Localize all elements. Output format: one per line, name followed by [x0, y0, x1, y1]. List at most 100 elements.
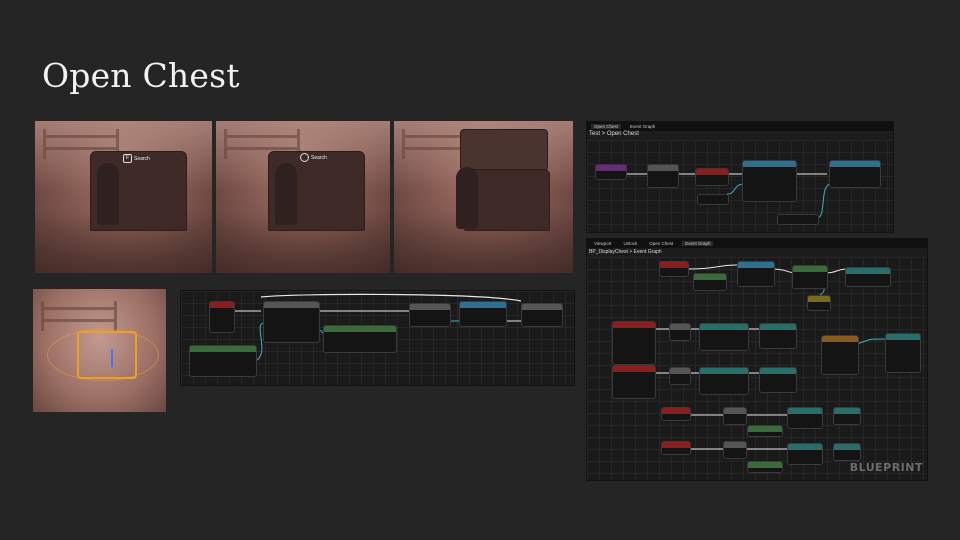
ground [216, 212, 390, 273]
node-header [460, 302, 506, 308]
node-cast-end[interactable] [669, 367, 691, 385]
node-interface-call[interactable] [459, 301, 507, 327]
node-header [788, 444, 822, 450]
node-header [324, 326, 396, 332]
game-shot-approach: F Search [35, 121, 212, 273]
node-branch[interactable] [792, 265, 828, 289]
node-header [846, 268, 890, 274]
node-gate-2[interactable] [723, 441, 747, 459]
node-header [760, 324, 796, 330]
search-prompt-label: Search [311, 154, 327, 161]
node-get-overlapping-actors[interactable] [189, 345, 257, 377]
node-branch-2[interactable] [521, 303, 563, 327]
node-header [410, 304, 450, 310]
node-component-begin-overlap[interactable] [612, 321, 656, 365]
node-set-visibility-a[interactable] [759, 323, 797, 349]
node-make-struct[interactable] [885, 333, 921, 373]
node-header [886, 334, 920, 340]
node-cast[interactable] [693, 273, 727, 291]
node-header [793, 266, 827, 272]
node-header [660, 262, 688, 268]
node-bind-event[interactable] [737, 261, 775, 287]
transform-gizmo-icon [111, 349, 113, 367]
fence [41, 301, 117, 331]
search-prompt: F Search [123, 154, 150, 163]
node-set-widget[interactable] [845, 267, 891, 287]
blueprint-interact-graph [180, 290, 575, 386]
node-header [694, 274, 726, 280]
node-header [738, 262, 774, 268]
node-header [743, 161, 796, 167]
node-remove-widget[interactable] [699, 367, 749, 395]
node-get-mesh[interactable] [777, 214, 819, 225]
node-header [662, 408, 690, 414]
node-header [788, 408, 822, 414]
node-open-chest-event[interactable] [595, 164, 627, 180]
node-header [648, 165, 678, 171]
node-get-widget[interactable] [697, 194, 729, 205]
blueprint-display-chest-graph: Viewport Unlock Open Chest Event Graph B… [586, 238, 928, 481]
node-call-1[interactable] [787, 407, 823, 429]
node-header [696, 169, 728, 175]
node-play-anim[interactable] [829, 160, 881, 188]
node-header [596, 165, 626, 171]
node-for-each-loop[interactable] [263, 301, 320, 343]
node-header [830, 161, 880, 167]
node-call-2b[interactable] [833, 443, 861, 461]
node-header [748, 426, 782, 432]
node-does-implement-interface[interactable] [323, 325, 397, 353]
node-header [522, 304, 562, 310]
node-event-begin[interactable] [659, 261, 689, 277]
slide-title: Open Chest [42, 56, 240, 95]
node-event[interactable] [209, 301, 235, 333]
game-shot-opened [394, 121, 573, 273]
open-chest-lid [460, 129, 548, 171]
node-get-ref[interactable] [807, 295, 831, 311]
node-header [613, 322, 655, 328]
blueprint-open-chest-graph: Open Chest Event Graph Test > Open Chest [586, 121, 894, 233]
node-set-visibility-b[interactable] [759, 367, 797, 393]
node-select[interactable] [821, 335, 859, 375]
node-component-end-overlap[interactable] [612, 365, 656, 399]
editor-viewport-shot [33, 289, 166, 412]
node-header [700, 368, 748, 374]
keyboard-key-icon: F [123, 154, 132, 163]
node-branch-1[interactable] [409, 303, 451, 327]
search-prompt-label: Search [134, 155, 150, 162]
node-set-visibility[interactable] [742, 160, 797, 202]
node-header [760, 368, 796, 374]
node-header [834, 408, 860, 414]
node-get-1[interactable] [747, 425, 783, 437]
node-cast-overlap[interactable] [669, 323, 691, 341]
node-set[interactable] [695, 168, 729, 186]
node-header [670, 368, 690, 374]
node-input-event-2[interactable] [661, 441, 691, 455]
node-header [748, 462, 782, 468]
node-header [190, 346, 256, 352]
interaction-sphere [47, 329, 159, 381]
node-header [808, 296, 830, 302]
ground [394, 212, 573, 273]
node-header [700, 324, 748, 330]
node-header [724, 442, 746, 448]
node-header [613, 366, 655, 372]
node-header [834, 444, 860, 450]
node-header [670, 324, 690, 330]
ground [35, 212, 212, 273]
node-input-event-1[interactable] [661, 407, 691, 421]
game-shot-interact: Search [216, 121, 390, 273]
node-header [264, 302, 319, 308]
node-header [662, 442, 690, 448]
search-prompt: Search [300, 153, 327, 162]
node-get-2[interactable] [747, 461, 783, 473]
node-gate-1[interactable] [723, 407, 747, 425]
interaction-ring-icon [300, 153, 309, 162]
node-header [210, 302, 234, 308]
node-header [724, 408, 746, 414]
blueprint-watermark: BLUEPRINT [849, 461, 923, 474]
node-header [822, 336, 858, 342]
node-sequence[interactable] [647, 164, 679, 188]
node-call-1b[interactable] [833, 407, 861, 425]
node-call-2[interactable] [787, 443, 823, 465]
node-add-widget[interactable] [699, 323, 749, 351]
